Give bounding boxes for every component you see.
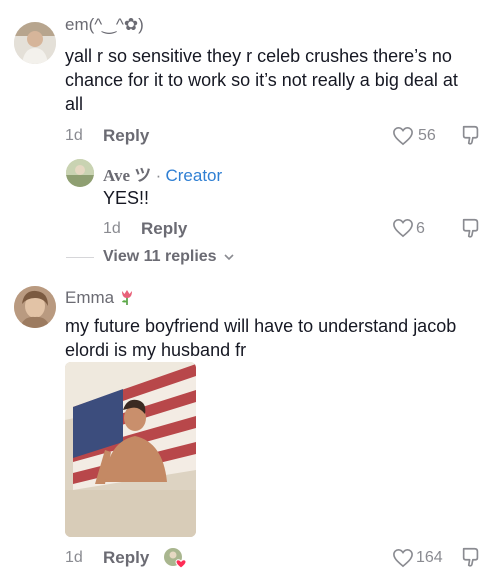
comment-text-line: all — [65, 94, 84, 114]
tulip-emoji-icon — [121, 290, 132, 305]
reply-button[interactable]: Reply — [103, 126, 149, 146]
heart-outline-icon[interactable] — [392, 126, 414, 146]
avatar[interactable] — [66, 159, 94, 187]
creator-badge: Creator — [165, 166, 223, 185]
attached-image[interactable] — [65, 362, 196, 537]
like-count: 56 — [418, 127, 436, 144]
like-count: 6 — [416, 220, 425, 237]
thumbs-down-icon[interactable] — [460, 124, 482, 146]
creator-liked-avatar-icon — [163, 547, 187, 569]
avatar[interactable] — [14, 22, 56, 64]
divider — [66, 257, 94, 258]
comment-time: 1d — [65, 549, 83, 566]
comment-time: 1d — [103, 220, 121, 237]
view-replies-button[interactable]: View 11 replies — [103, 248, 235, 266]
username[interactable]: Ave ツ — [103, 166, 151, 185]
comment-text: YES!! — [103, 188, 150, 208]
comment-text-line: chance for it to work so it’s not really… — [65, 70, 458, 90]
comment-text-line: elordi is my husband fr — [65, 340, 247, 360]
thumbs-down-icon[interactable] — [460, 217, 482, 239]
like-count: 164 — [416, 549, 443, 566]
username-row: Emma — [65, 288, 135, 308]
thumbs-down-icon[interactable] — [460, 546, 482, 568]
comment-time: 1d — [65, 127, 83, 144]
reply-button[interactable]: Reply — [141, 219, 187, 239]
heart-outline-icon[interactable] — [392, 218, 414, 238]
reply-header: Ave ツ · Creator — [103, 161, 222, 186]
username[interactable]: em(^‿^✿) — [65, 15, 144, 35]
reply-button[interactable]: Reply — [103, 548, 149, 568]
separator: · — [155, 166, 162, 185]
comment-text-line: my future boyfriend will have to underst… — [65, 316, 457, 336]
avatar[interactable] — [14, 286, 56, 328]
comment-text-line: yall r so sensitive they r celeb crushes… — [65, 46, 452, 66]
chevron-down-icon — [224, 254, 234, 260]
heart-outline-icon[interactable] — [392, 548, 414, 568]
username[interactable]: Emma — [65, 288, 114, 307]
view-replies-label: View 11 replies — [103, 248, 217, 265]
